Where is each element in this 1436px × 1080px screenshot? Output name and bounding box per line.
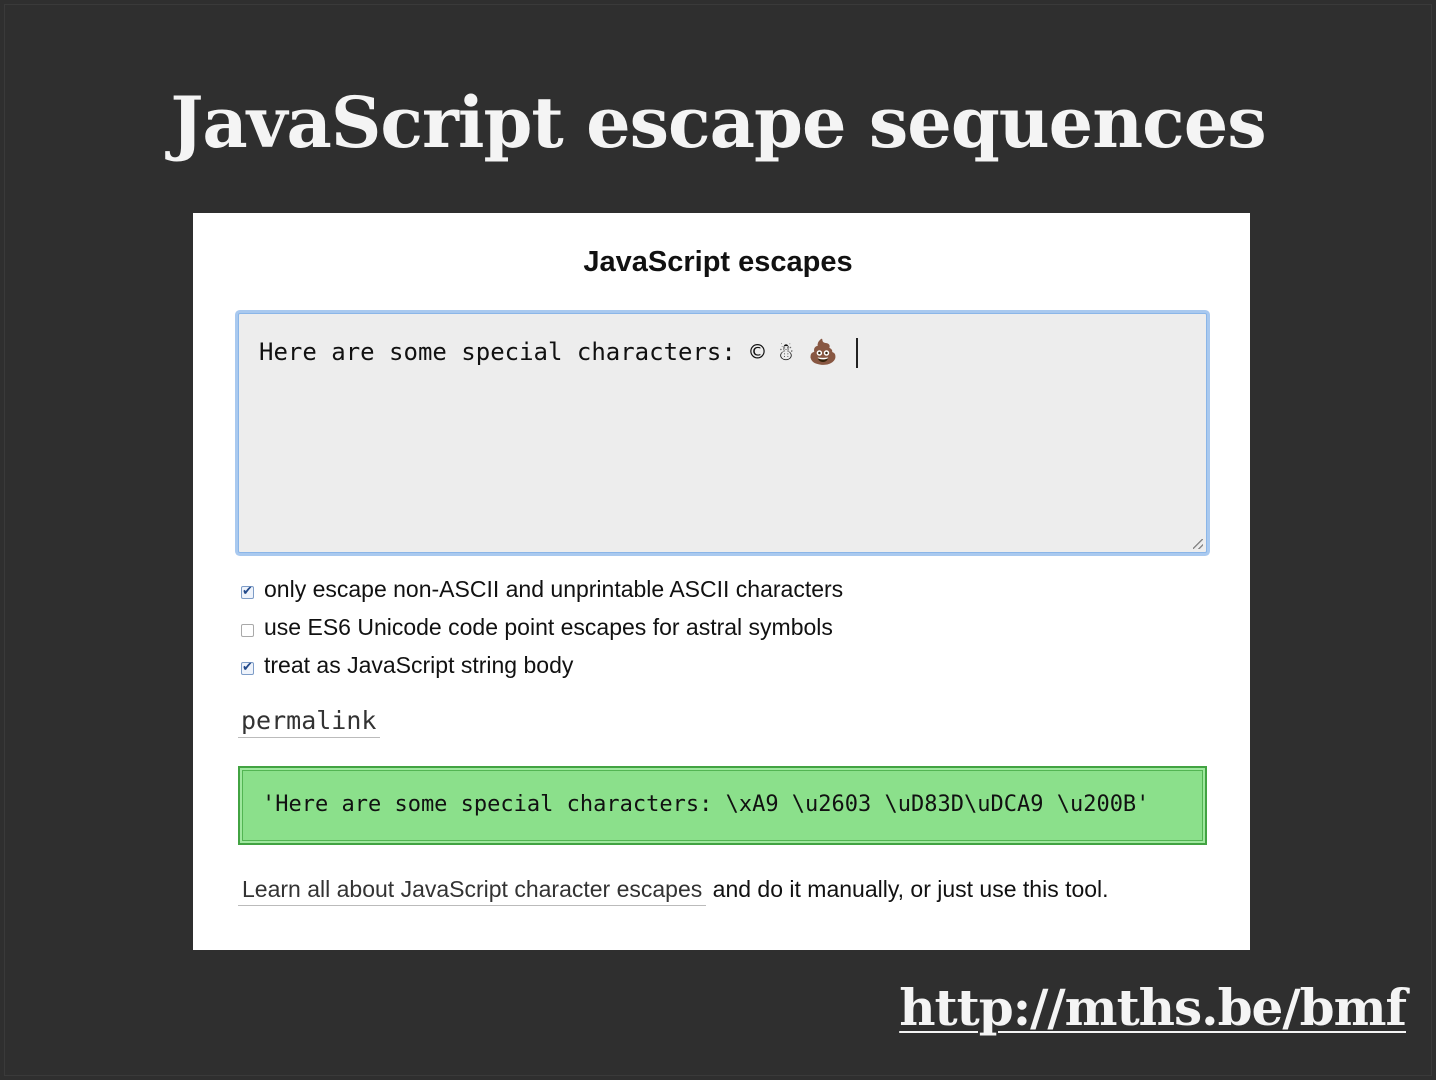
- checkbox-es6-code-point-escapes[interactable]: [241, 623, 254, 637]
- option-label: use ES6 Unicode code point escapes for a…: [264, 613, 833, 640]
- option-only-escape-non-ascii[interactable]: only escape non-ASCII and unprintable AS…: [241, 570, 843, 608]
- resize-grip-icon[interactable]: [1193, 539, 1203, 549]
- input-textarea[interactable]: Here are some special characters: © ☃ 💩: [238, 313, 1207, 553]
- options-list: only escape non-ASCII and unprintable AS…: [241, 570, 843, 684]
- option-es6-code-point-escapes[interactable]: use ES6 Unicode code point escapes for a…: [241, 608, 843, 646]
- output-box: 'Here are some special characters: \xA9 …: [238, 766, 1207, 845]
- option-string-body[interactable]: treat as JavaScript string body: [241, 646, 843, 684]
- input-text: Here are some special characters: © ☃ 💩: [259, 338, 859, 368]
- slide-title: JavaScript escape sequences: [170, 81, 1266, 164]
- learn-more-link[interactable]: Learn all about JavaScript character esc…: [238, 876, 707, 906]
- checkbox-string-body[interactable]: [241, 661, 254, 675]
- permalink-link[interactable]: permalink: [238, 706, 381, 738]
- app-heading: JavaScript escapes: [583, 246, 853, 278]
- footer-line: Learn all about JavaScript character esc…: [238, 876, 1109, 906]
- option-label: only escape non-ASCII and unprintable AS…: [264, 575, 844, 602]
- output-text: 'Here are some special characters: \xA9 …: [262, 792, 1150, 817]
- footer-text: and do it manually, or just use this too…: [706, 876, 1109, 902]
- option-label: treat as JavaScript string body: [264, 651, 574, 678]
- text-caret: [856, 338, 859, 368]
- slide-url-link[interactable]: http://mths.be/bmf: [899, 978, 1407, 1037]
- checkbox-only-escape-non-ascii[interactable]: [241, 585, 254, 599]
